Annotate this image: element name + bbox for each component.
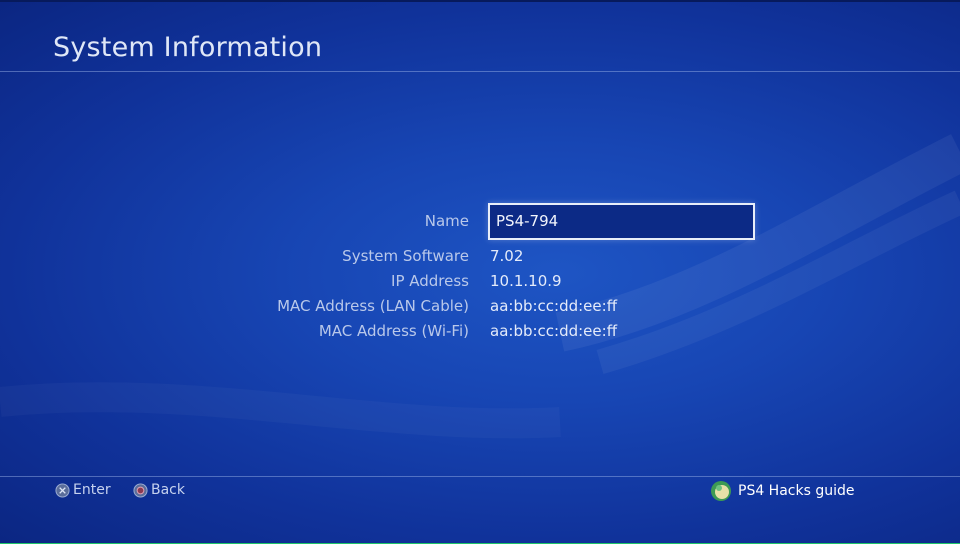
brand-badge: PS4 Hacks guide — [710, 480, 855, 502]
footer-divider — [0, 476, 960, 477]
mac-wifi-label: MAC Address (Wi-Fi) — [318, 322, 469, 340]
system-software-label: System Software — [342, 247, 469, 265]
ip-address-value: 10.1.10.9 — [490, 272, 562, 290]
ip-address-label: IP Address — [391, 272, 469, 290]
mac-wifi-value: aa:bb:cc:dd:ee:ff — [490, 322, 618, 340]
back-button-label: Back — [151, 482, 185, 498]
cross-button-icon — [55, 482, 70, 498]
page-title: System Information — [53, 32, 323, 63]
enter-button[interactable]: Enter — [55, 482, 111, 498]
circle-button-icon — [133, 482, 148, 498]
system-software-value: 7.02 — [490, 247, 524, 265]
header-divider — [0, 71, 960, 72]
mac-lan-value: aa:bb:cc:dd:ee:ff — [490, 297, 618, 315]
brand-label: PS4 Hacks guide — [738, 483, 855, 499]
back-button[interactable]: Back — [133, 482, 185, 498]
mac-lan-label: MAC Address (LAN Cable) — [277, 297, 469, 315]
brand-logo-icon — [711, 481, 731, 501]
name-field[interactable]: PS4-794 — [488, 203, 755, 240]
background-wave-decoration — [555, 134, 960, 375]
system-information-screen: System Information Name PS4-794 System S… — [0, 0, 960, 544]
name-label: Name — [424, 212, 469, 230]
enter-button-label: Enter — [73, 482, 111, 498]
